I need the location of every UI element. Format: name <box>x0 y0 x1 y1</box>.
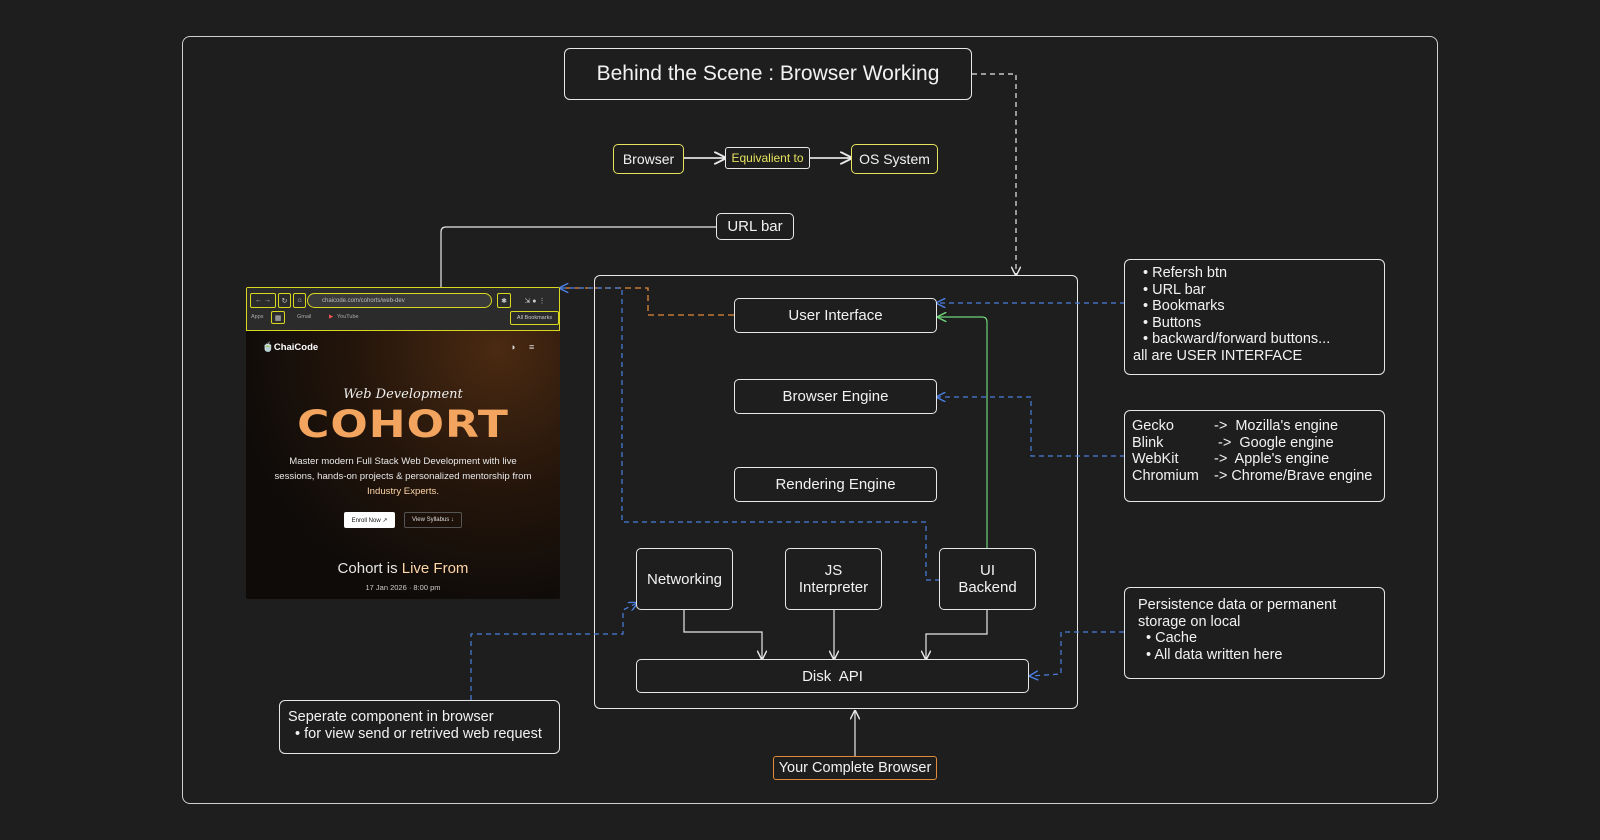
os-system-box: OS System <box>851 144 938 174</box>
address-bar[interactable]: chaicode.com/cohorts/web-dev <box>307 293 492 308</box>
networking-to-disk-arrow <box>683 610 762 659</box>
browser-chrome: ← → ↻ ⌂ chaicode.com/cohorts/web-dev ✱ ⇲… <box>246 287 560 331</box>
networking-note-item: for view send or retrived web request <box>295 726 551 743</box>
desc-line2: sessions, hands-on projects & personaliz… <box>274 471 532 482</box>
persistence-note: Persistence data or permanent storage on… <box>1124 587 1385 679</box>
live-highlight: Live From <box>401 560 469 577</box>
ui-backend-box: UI Backend <box>939 548 1036 610</box>
profile-menu-icon[interactable]: ⇲ ● ⋮ <box>515 293 555 308</box>
disk-api-box: Disk API <box>636 659 1029 693</box>
ui-note-item: Bookmarks <box>1143 298 1376 315</box>
extension-icon[interactable]: ✱ <box>497 293 511 308</box>
rendering-engine-box: Rendering Engine <box>734 467 937 502</box>
desc-line3: Industry Experts. <box>367 486 439 497</box>
js-interpreter-line1: JS <box>824 562 843 579</box>
chaicode-logo: 🍵ChaiCode <box>262 342 319 353</box>
all-bookmarks[interactable]: All Bookmarks <box>510 311 559 325</box>
back-forward-icon[interactable]: ← → <box>250 293 276 308</box>
home-icon[interactable]: ⌂ <box>293 293 306 308</box>
ui-backend-to-disk-arrow <box>926 610 988 659</box>
persistence-item: Cache <box>1146 630 1371 647</box>
engine-desc: -> Google engine <box>1214 434 1334 451</box>
engine-row: Chromium -> Chrome/Brave engine <box>1132 468 1377 485</box>
script-title: Web Development <box>343 387 463 402</box>
ui-backend-to-ui-arrow <box>938 317 988 548</box>
complete-browser-label: Your Complete Browser <box>773 756 937 780</box>
browser-box: Browser <box>613 144 684 174</box>
engine-name: Blink <box>1132 434 1164 451</box>
persistence-note-arrow <box>1030 631 1124 676</box>
menu-icon[interactable]: ≡ <box>529 342 534 352</box>
equivalent-to-label: Equivalient to <box>725 147 810 169</box>
enroll-now-button[interactable]: Enroll Now ↗ <box>344 512 395 528</box>
js-interpreter-box: JS Interpreter <box>785 548 882 610</box>
diagram-title: Behind the Scene : Browser Working <box>564 48 972 100</box>
networking-note: Seperate component in browser for view s… <box>279 700 560 754</box>
live-prefix: Cohort is <box>337 560 402 577</box>
logo-text: ChaiCode <box>273 342 319 353</box>
engine-row: WebKit -> Apple's engine <box>1132 451 1377 468</box>
engine-row: Gecko -> Mozilla's engine <box>1132 418 1377 435</box>
apps-grid-icon[interactable]: ▦ <box>271 311 285 324</box>
ui-backend-line1: UI <box>980 562 995 579</box>
ui-elements-note: Refersh btn URL bar Bookmarks Buttons ba… <box>1124 259 1385 375</box>
ui-note-item: backward/forward buttons... <box>1143 331 1376 348</box>
engine-name: Gecko <box>1132 418 1174 434</box>
bookmark-gmail[interactable]: Gmail <box>297 314 311 320</box>
live-heading: Cohort is Live From <box>246 560 560 577</box>
cohort-headline: COHORT <box>297 402 509 447</box>
cohort-description: Master modern Full Stack Web Development… <box>260 454 546 499</box>
engines-note-arrow <box>937 397 1125 457</box>
engine-name: Chromium <box>1132 467 1199 484</box>
engine-desc: -> Chrome/Brave engine <box>1214 467 1373 484</box>
ui-note-item: Refersh btn <box>1143 265 1376 282</box>
disk-api-label: Disk API <box>802 667 863 685</box>
engine-row: Blink -> Google engine <box>1132 435 1377 452</box>
networking-note-arrow <box>470 603 637 700</box>
desc-line1: Master modern Full Stack Web Development… <box>289 456 517 467</box>
engine-desc: -> Mozilla's engine <box>1214 418 1339 434</box>
persistence-line2: storage on local <box>1138 613 1241 630</box>
ui-note-footer: all are USER INTERFACE <box>1133 347 1303 364</box>
theme-toggle-icon[interactable]: ◑ <box>510 342 515 352</box>
ui-backend-line2: Backend <box>958 579 1017 596</box>
youtube-icon: ▶ <box>329 314 334 320</box>
networking-box: Networking <box>636 548 733 610</box>
persistence-line1: Persistence data or permanent <box>1138 597 1337 613</box>
bookmark-apps[interactable]: Apps <box>251 314 264 320</box>
js-interpreter-line2: Interpreter <box>798 579 869 596</box>
engine-desc: -> Apple's engine <box>1214 451 1330 467</box>
browser-screenshot: ← → ↻ ⌂ chaicode.com/cohorts/web-dev ✱ ⇲… <box>246 287 560 599</box>
title-to-frame-arrow <box>972 73 1016 275</box>
bookmark-youtube[interactable]: YouTube <box>337 314 359 320</box>
networking-note-line1: Seperate component in browser <box>288 709 494 725</box>
view-syllabus-button[interactable]: View Syllabus ↓ <box>404 512 462 528</box>
ui-to-screenshot-arrow <box>560 287 734 316</box>
persistence-item: All data written here <box>1146 647 1371 664</box>
engines-note: Gecko -> Mozilla's engine Blink -> Google… <box>1124 410 1385 502</box>
live-date: 17 Jan 2026 · 8:00 pm <box>365 583 441 592</box>
ui-note-item: Buttons <box>1143 315 1376 332</box>
user-interface-box: User Interface <box>734 298 937 333</box>
refresh-icon[interactable]: ↻ <box>278 293 291 308</box>
browser-engine-box: Browser Engine <box>734 379 937 414</box>
ui-note-item: URL bar <box>1143 282 1376 299</box>
engine-name: WebKit <box>1132 451 1179 467</box>
url-bar-label: URL bar <box>716 213 794 240</box>
